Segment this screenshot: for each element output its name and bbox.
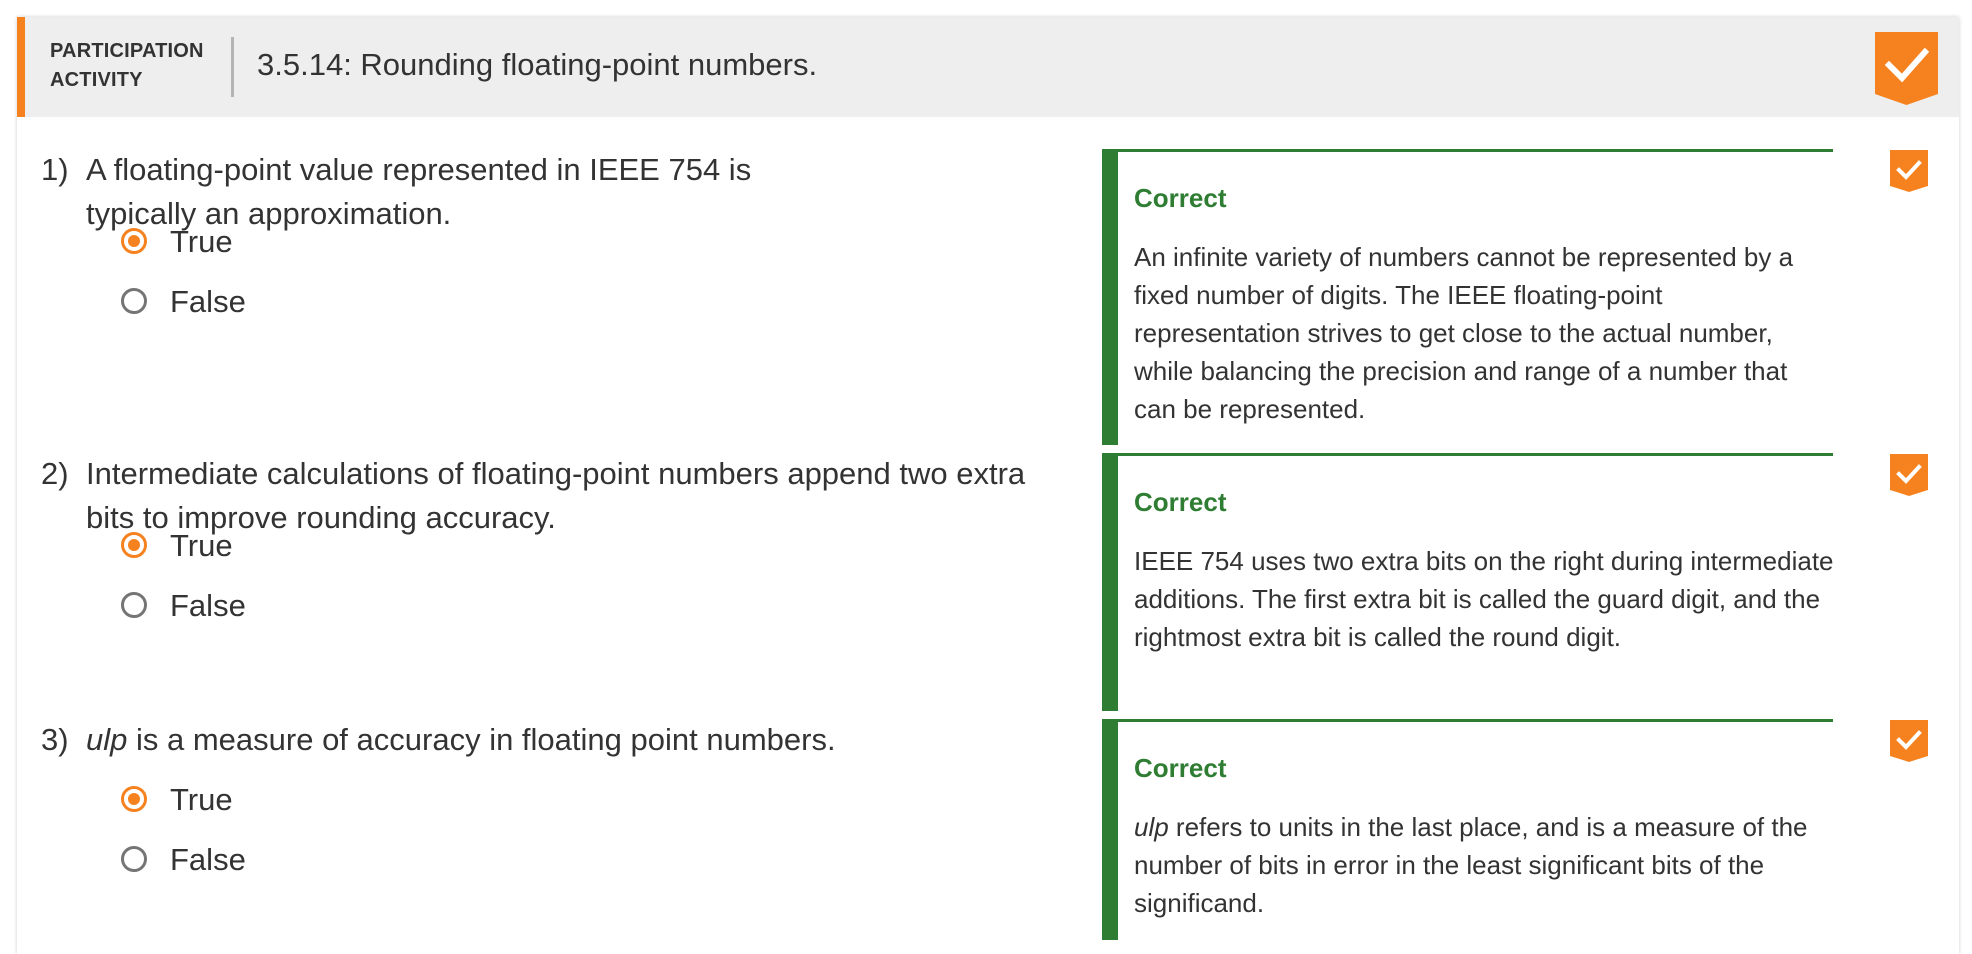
question-3-check-icon (1890, 720, 1928, 762)
activity-title: 3.5.14: Rounding floating-point numbers. (257, 47, 818, 82)
radio-unselected-icon[interactable] (121, 288, 147, 314)
option-label: True (170, 782, 233, 817)
option-label: False (170, 284, 246, 319)
option-true[interactable]: True (121, 782, 361, 822)
radio-selected-icon[interactable] (121, 532, 147, 558)
feedback-text: An infinite variety of numbers cannot be… (1134, 242, 1794, 424)
question-text: Intermediate calculations of floating-po… (86, 456, 1026, 535)
question-text: ulp is a measure of accuracy in floating… (86, 722, 836, 757)
option-label: True (170, 528, 233, 563)
feedback-title: Correct (1134, 183, 1227, 213)
question-1: 1) A floating-point value represented in… (17, 148, 1077, 388)
header-accent-bar (17, 17, 25, 117)
feedback-correct-2: Correct IEEE 754 uses two extra bits on … (1102, 453, 1834, 711)
header-divider (231, 37, 234, 97)
feedback-title: Correct (1134, 753, 1227, 783)
question-2-check-icon (1890, 454, 1928, 496)
option-true[interactable]: True (121, 528, 361, 568)
option-label: False (170, 842, 246, 877)
feedback-correct-3: Correct ulp refers to units in the last … (1102, 719, 1833, 940)
option-label: False (170, 588, 246, 623)
activity-header: PARTICIPATION ACTIVITY 3.5.14: Rounding … (17, 17, 1959, 117)
option-label: True (170, 224, 233, 259)
option-true[interactable]: True (121, 224, 361, 264)
question-1-check-icon (1890, 150, 1928, 192)
activity-type-label: PARTICIPATION ACTIVITY (50, 40, 204, 91)
completion-checkmark-icon (1875, 32, 1938, 105)
option-false[interactable]: False (121, 842, 361, 882)
question-number: 3) (41, 722, 69, 757)
radio-selected-icon[interactable] (121, 228, 147, 254)
feedback-title: Correct (1134, 487, 1227, 517)
question-3: 3) ulp is a measure of accuracy in float… (17, 718, 1077, 918)
participation-activity: PARTICIPATION ACTIVITY 3.5.14: Rounding … (17, 17, 1959, 954)
feedback-text: IEEE 754 uses two extra bits on the righ… (1134, 546, 1834, 652)
radio-unselected-icon[interactable] (121, 846, 147, 872)
emphasis-term: ulp (86, 722, 128, 757)
feedback-text: ulp refers to units in the last place, a… (1134, 812, 1808, 918)
question-2: 2) Intermediate calculations of floating… (17, 452, 1077, 692)
radio-selected-icon[interactable] (121, 786, 147, 812)
emphasis-term: ulp (1134, 812, 1169, 842)
option-false[interactable]: False (121, 284, 361, 324)
radio-unselected-icon[interactable] (121, 592, 147, 618)
question-number: 2) (41, 456, 69, 491)
question-number: 1) (41, 152, 69, 187)
feedback-correct-1: Correct An infinite variety of numbers c… (1102, 149, 1833, 445)
question-text: A floating-point value represented in IE… (86, 152, 752, 231)
option-false[interactable]: False (121, 588, 361, 628)
